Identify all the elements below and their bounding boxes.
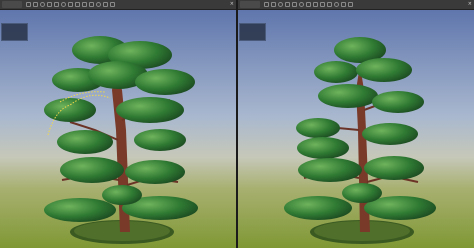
camera-icon[interactable] (292, 2, 297, 7)
toolbar-icon-group-right (264, 2, 355, 7)
scale-icon[interactable] (285, 2, 290, 7)
more-icon[interactable] (110, 2, 115, 7)
rotate-icon[interactable] (278, 2, 283, 7)
grid-icon[interactable] (306, 2, 311, 7)
scene-stats-panel-left (1, 23, 28, 41)
settings-icon[interactable] (341, 2, 346, 7)
viewport-tab-left[interactable] (2, 1, 22, 8)
options-icon[interactable] (96, 2, 101, 7)
settings-icon[interactable] (103, 2, 108, 7)
options-icon[interactable] (334, 2, 339, 7)
view-icon[interactable] (89, 2, 94, 7)
shading-icon[interactable] (320, 2, 325, 7)
scene-stats-panel-right (239, 23, 266, 41)
viewport-toolbar-left: × (0, 0, 236, 10)
split-viewport-app: × × (0, 0, 474, 248)
select-icon[interactable] (264, 2, 269, 7)
tree-render-right (238, 10, 474, 248)
grid-icon[interactable] (68, 2, 73, 7)
render-icon[interactable] (313, 2, 318, 7)
more-icon[interactable] (348, 2, 353, 7)
light-icon[interactable] (61, 2, 66, 7)
viewport-left[interactable]: × (0, 0, 236, 248)
move-icon[interactable] (33, 2, 38, 7)
select-icon[interactable] (26, 2, 31, 7)
close-viewport-right-button[interactable]: × (468, 1, 472, 8)
move-icon[interactable] (271, 2, 276, 7)
rotate-icon[interactable] (40, 2, 45, 7)
viewport-toolbar-right: × (238, 0, 474, 10)
viewport-right[interactable]: × (238, 0, 474, 248)
camera-icon[interactable] (54, 2, 59, 7)
tree-render-left (0, 10, 236, 248)
shading-icon[interactable] (82, 2, 87, 7)
toolbar-icon-group-left (26, 2, 117, 7)
light-icon[interactable] (299, 2, 304, 7)
scale-icon[interactable] (47, 2, 52, 7)
viewport-tab-right[interactable] (240, 1, 260, 8)
close-viewport-left-button[interactable]: × (230, 1, 234, 8)
render-icon[interactable] (75, 2, 80, 7)
view-icon[interactable] (327, 2, 332, 7)
